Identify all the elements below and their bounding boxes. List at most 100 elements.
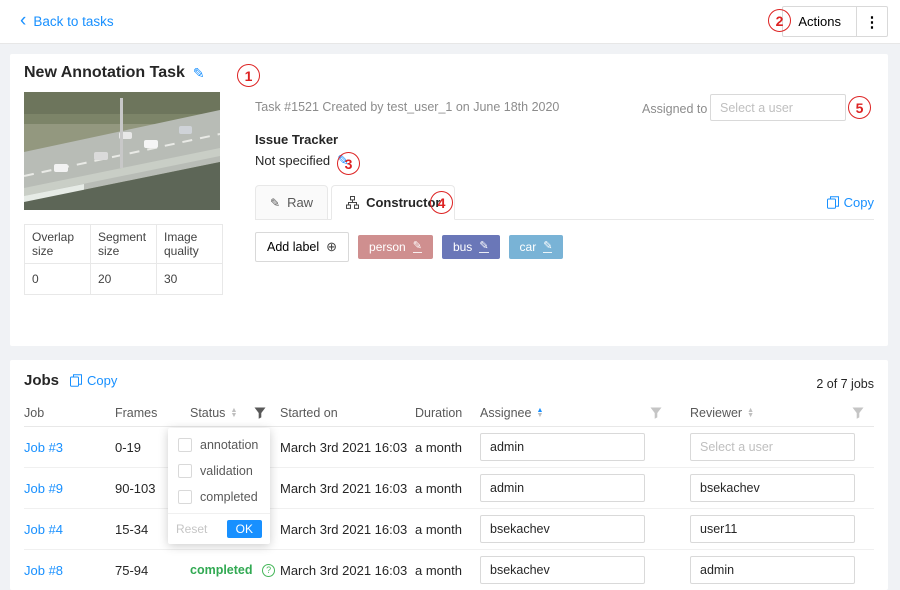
column-status-label: Status [190,406,225,420]
caret-down-icon: ▼ [230,413,237,418]
task-title-text: New Annotation Task [24,64,185,82]
filter-option-label: completed [200,490,258,504]
tab-raw-label: Raw [287,195,313,210]
checkbox-icon[interactable] [178,464,192,478]
annotation-marker-5: 5 [848,96,871,119]
job-link[interactable]: Job #3 [24,440,63,455]
assignee-input[interactable] [480,433,645,461]
assigned-to-input[interactable] [710,94,846,121]
constructor-icon [346,196,359,209]
checkbox-icon[interactable] [178,490,192,504]
filter-option-label: validation [200,464,253,478]
caret-down-icon: ▼ [747,413,754,418]
edit-label-icon: ✎ [543,241,552,253]
job-link[interactable]: Job #8 [24,563,63,578]
assignee-input[interactable] [480,556,645,584]
column-reviewer[interactable]: Reviewer ▲ ▼ [690,406,874,420]
actions-button[interactable]: Actions [782,6,857,37]
label-tag-car-name: car [520,240,537,254]
reviewer-input[interactable] [690,474,855,502]
sort-carets[interactable]: ▲ ▼ [747,408,754,418]
reviewer-input[interactable] [690,433,855,461]
param-header-segment: Segment size [91,225,157,264]
reviewer-input[interactable] [690,515,855,543]
plus-circle-icon: ⊕ [326,239,337,255]
duration-cell: a month [415,563,480,578]
task-preview-image [24,92,220,210]
param-value-quality: 30 [157,264,223,295]
filter-option-validation[interactable]: validation [168,458,270,484]
param-value-segment: 20 [91,264,157,295]
filter-option-label: annotation [200,438,258,452]
table-row: Job #8 75-94 completed ? March 3rd 2021 … [24,550,874,590]
param-value-overlap: 0 [25,264,91,295]
back-to-tasks-link[interactable]: ‹ Back to tasks [20,12,114,31]
reviewer-filter-icon[interactable] [852,407,864,419]
issue-tracker-label: Issue Tracker [255,132,338,147]
copy-jobs-label: Copy [87,373,117,388]
label-tag-bus[interactable]: bus ✎ [442,235,500,259]
column-frames: Frames [115,406,190,420]
copy-icon [70,374,82,387]
task-page: ‹ Back to tasks Actions ⋮ New Annotation… [0,0,900,590]
job-link[interactable]: Job #9 [24,481,63,496]
column-reviewer-label: Reviewer [690,406,742,420]
task-params-table: Overlap size Segment size Image quality … [24,224,223,295]
label-tag-person-name: person [369,240,406,254]
label-tag-person[interactable]: person ✎ [358,235,433,259]
started-on-cell: March 3rd 2021 16:03 [280,522,415,537]
issue-tracker-value: Not specified ✎ [255,152,349,169]
column-job: Job [24,406,115,420]
column-status[interactable]: Status ▲ ▼ [190,406,280,420]
back-chevron-icon: ‹ [20,11,26,30]
copy-labels-link[interactable]: Copy [827,195,874,219]
label-tag-car[interactable]: car ✎ [509,235,564,259]
column-assignee-label: Assignee [480,406,531,420]
reviewer-input[interactable] [690,556,855,584]
status-filter-dropdown: annotation validation completed Reset OK [168,428,270,544]
status-filter-icon[interactable] [254,407,266,419]
filter-reset-button[interactable]: Reset [176,522,207,536]
annotation-marker-2: 2 [768,9,791,32]
copy-labels-label: Copy [844,195,874,210]
task-meta-text: Task #1521 Created by test_user_1 on Jun… [255,100,559,114]
back-link-label: Back to tasks [33,14,113,29]
table-row: Job #9 90-103 March 3rd 2021 16:03 a mon… [24,468,874,509]
raw-edit-icon: ✎ [270,196,280,210]
label-tag-bus-name: bus [453,240,472,254]
copy-icon [827,196,839,209]
column-started-on: Started on [280,406,415,420]
sort-carets[interactable]: ▲ ▼ [536,408,543,418]
jobs-table: Job Frames Status ▲ ▼ Started on Duratio… [24,400,874,590]
jobs-header: Jobs Copy [24,372,117,389]
assignee-input[interactable] [480,474,645,502]
assignee-input[interactable] [480,515,645,543]
issue-tracker-value-text: Not specified [255,153,330,168]
add-label-button[interactable]: Add label ⊕ [255,232,349,262]
label-constructor: Add label ⊕ person ✎ bus ✎ car ✎ [255,232,563,262]
jobs-title: Jobs [24,372,59,389]
annotation-marker-4: 4 [430,191,453,214]
job-link[interactable]: Job #4 [24,522,63,537]
assignee-filter-icon[interactable] [650,407,662,419]
task-title: New Annotation Task ✎ [24,64,205,82]
top-bar: ‹ Back to tasks Actions ⋮ [0,0,900,44]
checkbox-icon[interactable] [178,438,192,452]
filter-option-annotation[interactable]: annotation [168,432,270,458]
filter-option-completed[interactable]: completed [168,484,270,510]
copy-jobs-link[interactable]: Copy [70,373,117,388]
duration-cell: a month [415,481,480,496]
status-cell: completed ? [190,562,280,578]
more-menu-button[interactable]: ⋮ [857,6,888,37]
annotation-marker-1: 1 [237,64,260,87]
tab-raw[interactable]: ✎ Raw [255,185,328,220]
param-header-quality: Image quality [157,225,223,264]
add-label-text: Add label [267,240,319,254]
filter-ok-button[interactable]: OK [227,520,262,538]
question-circle-icon[interactable]: ? [262,564,275,577]
column-assignee[interactable]: Assignee ▲ ▼ [480,406,690,420]
sort-carets[interactable]: ▲ ▼ [230,408,237,418]
edit-title-icon[interactable]: ✎ [193,65,205,82]
filter-footer: Reset OK [168,513,270,544]
table-row: Job #4 15-34 March 3rd 2021 16:03 a mont… [24,509,874,550]
